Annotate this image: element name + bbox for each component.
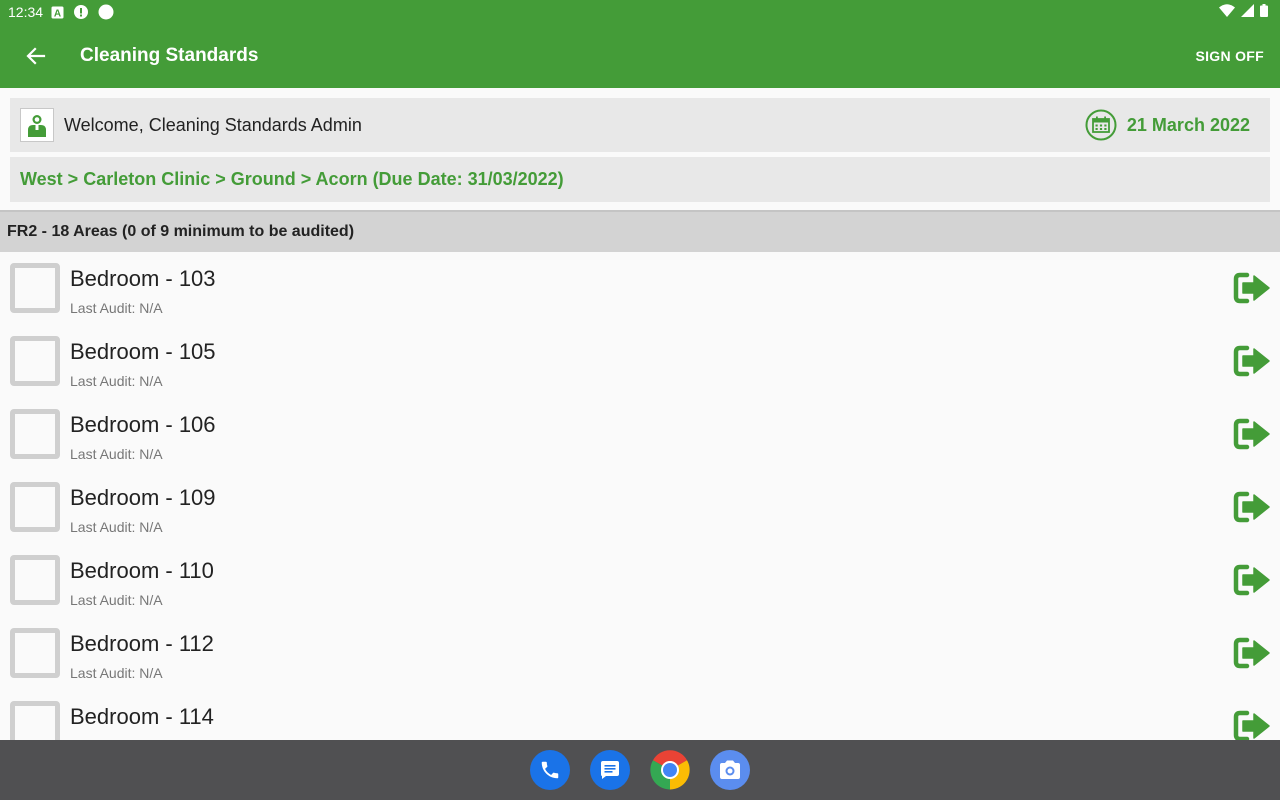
open-area-button[interactable] bbox=[1232, 635, 1272, 671]
open-area-button[interactable] bbox=[1232, 343, 1272, 379]
messages-icon[interactable] bbox=[590, 750, 630, 790]
section-header: FR2 - 18 Areas (0 of 9 minimum to be aud… bbox=[0, 210, 1280, 252]
last-audit-text: Last Audit: N/A bbox=[70, 519, 163, 535]
sign-in-arrow-icon bbox=[1233, 345, 1270, 377]
list-item[interactable]: Bedroom - 112 Last Audit: N/A bbox=[0, 617, 1280, 690]
app-bar: Cleaning Standards SIGN OFF bbox=[0, 24, 1280, 88]
arrow-left-icon bbox=[26, 47, 46, 65]
back-button[interactable] bbox=[12, 32, 60, 80]
status-time: 12:34 bbox=[8, 4, 44, 20]
current-date: 21 March 2022 bbox=[1126, 114, 1250, 135]
area-checkbox[interactable] bbox=[10, 628, 60, 678]
list-item[interactable]: Bedroom - 103 Last Audit: N/A bbox=[0, 252, 1280, 325]
area-title: Bedroom - 110 bbox=[70, 558, 214, 583]
open-area-button[interactable] bbox=[1232, 489, 1272, 525]
sign-in-arrow-icon bbox=[1233, 491, 1270, 523]
phone-icon[interactable] bbox=[530, 750, 570, 790]
circle-notification-icon bbox=[98, 4, 114, 20]
area-checkbox[interactable] bbox=[10, 263, 60, 313]
area-checkbox[interactable] bbox=[10, 555, 60, 605]
area-title: Bedroom - 106 bbox=[70, 412, 216, 437]
breadcrumb: West > Carleton Clinic > Ground > Acorn … bbox=[10, 157, 1270, 202]
sign-off-button[interactable]: SIGN OFF bbox=[1195, 40, 1264, 72]
welcome-panel: Welcome, Cleaning Standards Admin 21 Mar… bbox=[10, 98, 1270, 152]
last-audit-text: Last Audit: N/A bbox=[70, 665, 163, 681]
sign-in-arrow-icon bbox=[1233, 637, 1270, 669]
alert-icon bbox=[74, 5, 89, 19]
svg-text:A: A bbox=[54, 8, 61, 19]
battery-icon bbox=[1260, 4, 1268, 20]
camera-icon[interactable] bbox=[710, 750, 750, 790]
signal-icon bbox=[1241, 4, 1254, 20]
open-area-button[interactable] bbox=[1232, 416, 1272, 452]
welcome-text: Welcome, Cleaning Standards Admin bbox=[64, 114, 362, 135]
area-title: Bedroom - 112 bbox=[70, 631, 214, 656]
area-title: Bedroom - 103 bbox=[70, 266, 216, 291]
sign-in-arrow-icon bbox=[1233, 418, 1270, 450]
area-title: Bedroom - 109 bbox=[70, 485, 216, 510]
sign-in-arrow-icon bbox=[1233, 710, 1270, 740]
cleaner-avatar-icon bbox=[20, 108, 54, 142]
sign-in-arrow-icon bbox=[1233, 564, 1270, 596]
calendar-icon bbox=[1085, 109, 1117, 141]
open-area-button[interactable] bbox=[1232, 708, 1272, 740]
notification-a-icon: A bbox=[51, 6, 64, 19]
last-audit-text: Last Audit: N/A bbox=[70, 592, 163, 608]
area-checkbox[interactable] bbox=[10, 336, 60, 386]
last-audit-text: Last Audit: N/A bbox=[70, 373, 163, 389]
area-checkbox[interactable] bbox=[10, 409, 60, 459]
area-list[interactable]: Bedroom - 103 Last Audit: N/A Bedroom - … bbox=[0, 252, 1280, 740]
last-audit-text: Last Audit: N/A bbox=[70, 300, 163, 316]
area-title: Bedroom - 105 bbox=[70, 339, 216, 364]
list-item[interactable]: Bedroom - 114 bbox=[0, 690, 1280, 740]
date-display: 21 March 2022 bbox=[1085, 109, 1250, 141]
wifi-icon bbox=[1219, 3, 1235, 21]
open-area-button[interactable] bbox=[1232, 562, 1272, 598]
last-audit-text: Last Audit: N/A bbox=[70, 446, 163, 462]
area-checkbox[interactable] bbox=[10, 482, 60, 532]
chrome-icon[interactable] bbox=[650, 750, 690, 790]
system-dock bbox=[0, 740, 1280, 800]
page-title: Cleaning Standards bbox=[80, 45, 259, 66]
list-item[interactable]: Bedroom - 105 Last Audit: N/A bbox=[0, 325, 1280, 398]
area-checkbox[interactable] bbox=[10, 701, 60, 740]
open-area-button[interactable] bbox=[1232, 270, 1272, 306]
status-bar: 12:34 A bbox=[0, 0, 1280, 24]
list-item[interactable]: Bedroom - 109 Last Audit: N/A bbox=[0, 471, 1280, 544]
area-title: Bedroom - 114 bbox=[70, 704, 214, 729]
sign-in-arrow-icon bbox=[1233, 272, 1270, 304]
list-item[interactable]: Bedroom - 106 Last Audit: N/A bbox=[0, 398, 1280, 471]
list-item[interactable]: Bedroom - 110 Last Audit: N/A bbox=[0, 544, 1280, 617]
